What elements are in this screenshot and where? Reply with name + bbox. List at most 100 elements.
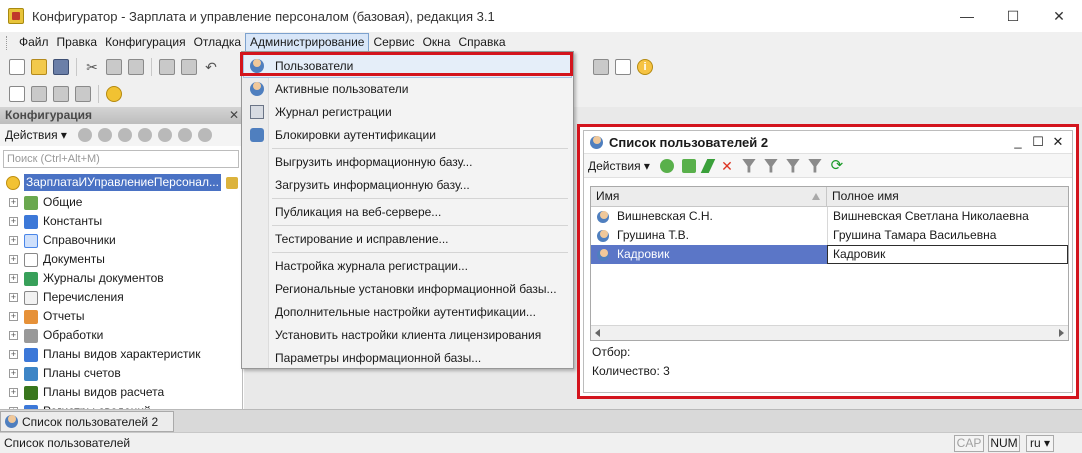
expand-icon[interactable]: + — [9, 312, 18, 321]
menu-help[interactable]: Справка — [454, 33, 509, 52]
close-button[interactable]: ✕ — [1036, 0, 1082, 32]
tree-root[interactable]: ЗарплатаИУправлениеПерсонал... — [0, 172, 242, 193]
expand-icon[interactable]: + — [9, 217, 18, 226]
cut-icon[interactable]: ✂ — [84, 59, 100, 75]
menu-configuration[interactable]: Конфигурация — [101, 33, 190, 52]
scroll-left-icon[interactable] — [595, 329, 600, 337]
copy-icon[interactable] — [117, 128, 132, 142]
copy-user-icon[interactable] — [681, 158, 696, 173]
actions-menu[interactable]: Действия ▾ — [5, 128, 67, 142]
tree-item[interactable]: + Журналы документов — [0, 269, 242, 288]
menu-windows[interactable]: Окна — [419, 33, 455, 52]
filter-icon[interactable] — [741, 158, 756, 173]
tree-item[interactable]: + Справочники — [0, 231, 242, 250]
table-row[interactable]: Вишневская С.Н. Вишневская Светлана Нико… — [591, 207, 1068, 226]
info-icon[interactable]: i — [637, 58, 653, 75]
undo-icon[interactable]: ↶ — [203, 59, 219, 75]
menu-administration[interactable]: Администрирование — [245, 33, 370, 52]
move-down-icon[interactable] — [177, 128, 192, 142]
paste-icon[interactable] — [128, 58, 144, 75]
expand-icon[interactable]: + — [9, 350, 18, 359]
expand-icon[interactable]: + — [9, 293, 18, 302]
help-content-icon[interactable] — [615, 58, 631, 75]
expand-icon[interactable]: + — [9, 198, 18, 207]
add-icon[interactable] — [77, 128, 92, 142]
print-icon[interactable] — [159, 58, 175, 75]
menu-item-log-settings[interactable]: Настройка журнала регистрации... — [244, 255, 571, 277]
maximize-button[interactable]: ☐ — [990, 0, 1036, 32]
tree-item[interactable]: + Планы видов характеристик — [0, 345, 242, 364]
menu-service[interactable]: Сервис — [369, 33, 418, 52]
copy-icon[interactable] — [106, 58, 122, 75]
horizontal-scrollbar[interactable] — [591, 325, 1068, 340]
menu-item-event-log[interactable]: Журнал регистрации — [244, 101, 571, 123]
users-window-title: Список пользователей 2 — [609, 134, 769, 150]
edit-user-icon[interactable] — [700, 158, 716, 173]
save-icon[interactable] — [53, 58, 69, 75]
tree-item[interactable]: + Константы — [0, 212, 242, 231]
users-window-maximize-button[interactable]: ☐ — [1028, 133, 1048, 151]
users-window-titlebar: Список пользователей 2 _ ☐ ✕ — [584, 131, 1072, 153]
refresh-icon[interactable]: ⟳ — [830, 158, 844, 173]
table-icon[interactable] — [75, 85, 91, 102]
expand-icon[interactable]: + — [9, 331, 18, 340]
task-users-list[interactable]: Список пользователей 2 — [0, 411, 174, 432]
delete-user-icon[interactable]: ✕ — [720, 159, 734, 173]
tree-item[interactable]: + Документы — [0, 250, 242, 269]
scroll-right-icon[interactable] — [1059, 329, 1064, 337]
expand-icon[interactable]: + — [9, 255, 18, 264]
calculator-icon[interactable] — [31, 85, 47, 102]
title-bar: Конфигуратор - Зарплата и управление пер… — [0, 0, 1082, 32]
menu-item-import-ib[interactable]: Загрузить информационную базу... — [244, 174, 571, 196]
panel-close-icon[interactable]: ✕ — [229, 107, 239, 124]
move-up-icon[interactable] — [157, 128, 172, 142]
menu-item-ib-parameters[interactable]: Параметры информационной базы... — [244, 347, 571, 369]
new-document-icon[interactable] — [9, 58, 25, 75]
table-row[interactable]: Грушина Т.В. Грушина Тамара Васильевна — [591, 226, 1068, 245]
delete-icon[interactable] — [137, 128, 152, 142]
tree-item[interactable]: + Общие — [0, 193, 242, 212]
column-header-name[interactable]: Имя — [591, 187, 827, 206]
menu-item-export-ib[interactable]: Выгрузить информационную базу... — [244, 151, 571, 173]
syntax-helper-icon[interactable] — [593, 58, 609, 75]
expand-icon[interactable]: + — [9, 388, 18, 397]
tree-item[interactable]: + Планы счетов — [0, 364, 242, 383]
tree-item[interactable]: + Обработки — [0, 326, 242, 345]
menu-item-web-publish[interactable]: Публикация на веб-сервере... — [244, 201, 571, 223]
menu-edit[interactable]: Правка — [53, 33, 102, 52]
expand-icon[interactable]: + — [9, 274, 18, 283]
language-indicator[interactable]: ru ▾ — [1026, 435, 1054, 452]
tree-item[interactable]: + Перечисления — [0, 288, 242, 307]
print-preview-icon[interactable] — [181, 58, 197, 75]
users-window-minimize-button[interactable]: _ — [1008, 133, 1028, 151]
configuration-icon[interactable] — [9, 85, 25, 102]
menu-item-test-repair[interactable]: Тестирование и исправление... — [244, 228, 571, 250]
open-folder-icon[interactable] — [31, 58, 47, 75]
edit-icon[interactable] — [97, 128, 112, 142]
run-icon[interactable] — [106, 85, 122, 102]
menu-item-auth-settings[interactable]: Дополнительные настройки аутентификации.… — [244, 301, 571, 323]
menu-item-users[interactable]: Пользователи — [243, 54, 572, 78]
users-actions-menu[interactable]: Действия ▾ — [588, 159, 650, 173]
minimize-button[interactable]: — — [944, 0, 990, 32]
menu-file[interactable]: Файл — [15, 33, 53, 52]
tree-item[interactable]: + Отчеты — [0, 307, 242, 326]
properties-icon[interactable] — [197, 128, 212, 142]
menu-debug[interactable]: Отладка — [190, 33, 245, 52]
users-window-close-button[interactable]: ✕ — [1048, 133, 1068, 151]
config-search-input[interactable]: Поиск (Ctrl+Alt+M) — [3, 150, 239, 168]
expand-icon[interactable]: + — [9, 236, 18, 245]
tree-item[interactable]: + Планы видов расчета — [0, 383, 242, 402]
filter-history-icon[interactable] — [785, 158, 800, 173]
menu-item-regional-settings[interactable]: Региональные установки информационной ба… — [244, 278, 571, 300]
menu-item-licensing-settings[interactable]: Установить настройки клиента лицензирова… — [244, 324, 571, 346]
filter-by-value-icon[interactable] — [763, 158, 778, 173]
add-user-icon[interactable] — [659, 158, 674, 173]
table-row-selected[interactable]: Кадровик Кадровик — [591, 245, 1068, 264]
expand-icon[interactable]: + — [9, 369, 18, 378]
clear-filter-icon[interactable] — [807, 158, 822, 173]
menu-item-auth-locks[interactable]: Блокировки аутентификации — [244, 124, 571, 146]
column-header-full-name[interactable]: Полное имя — [827, 187, 1068, 206]
database-icon[interactable] — [53, 85, 69, 102]
menu-item-active-users[interactable]: Активные пользователи — [244, 78, 571, 100]
